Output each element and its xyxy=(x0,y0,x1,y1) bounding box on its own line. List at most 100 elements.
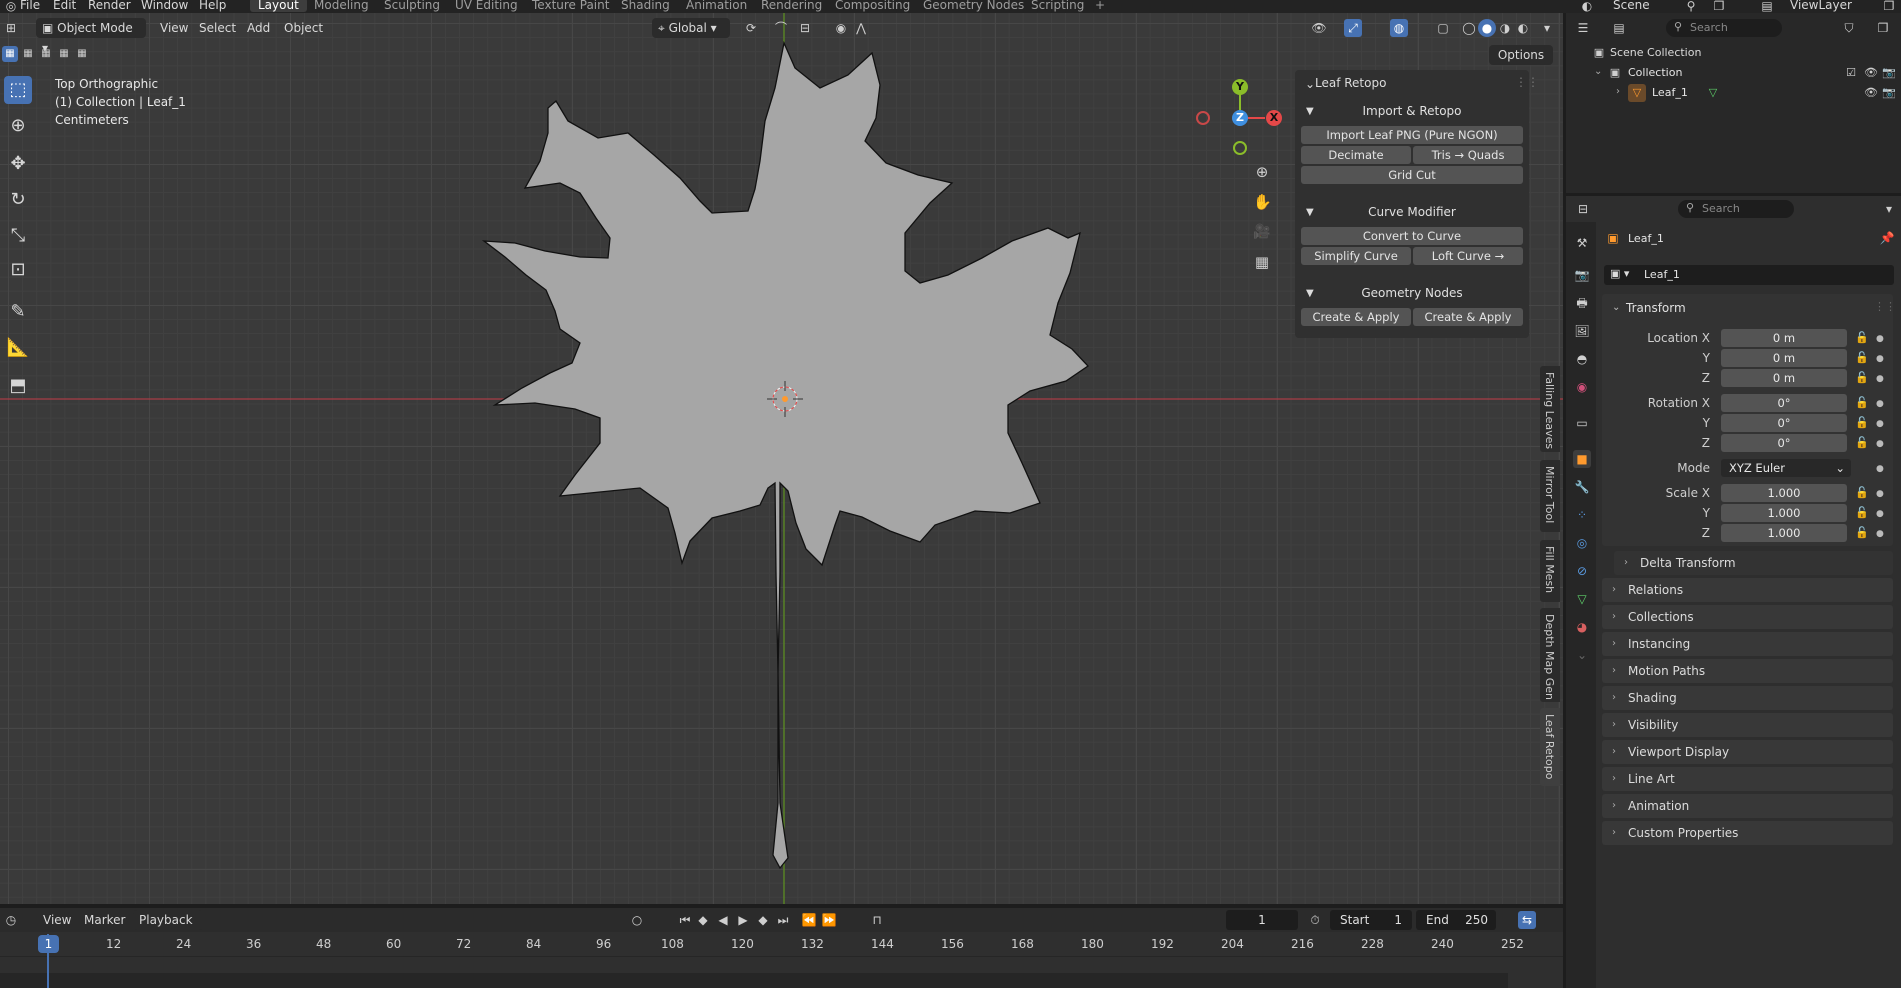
playhead-frame[interactable]: 1 xyxy=(38,935,59,953)
menu-window[interactable]: Window xyxy=(141,0,188,12)
sync-icon[interactable]: ⇆ xyxy=(1518,911,1536,929)
select-subtract-icon[interactable]: ▦ xyxy=(38,46,54,62)
collection-tab-icon[interactable]: ▭ xyxy=(1573,414,1591,432)
delta-transform-panel[interactable]: › Delta Transform xyxy=(1614,551,1893,575)
keyframe-dot-icon[interactable]: ● xyxy=(1876,399,1884,409)
camera-icon[interactable]: 📷 xyxy=(1880,64,1898,82)
keyframe-dot-icon[interactable]: ● xyxy=(1876,334,1884,344)
wireframe-shading-icon[interactable]: ◯ xyxy=(1460,19,1478,37)
shading-panel[interactable]: › Shading xyxy=(1602,686,1893,710)
tris-to-quads-button[interactable]: Tris → Quads xyxy=(1413,146,1523,164)
timeline-menu-view[interactable]: View xyxy=(43,910,71,930)
visibility-icon[interactable]: 👁 xyxy=(1310,19,1328,37)
gizmo-toggle-icon[interactable]: ⤢ xyxy=(1344,19,1362,37)
keying-icon[interactable]: ○ xyxy=(628,911,646,929)
scale-y-field[interactable]: 1.000 xyxy=(1721,504,1847,522)
tab-rendering[interactable]: Rendering xyxy=(761,0,822,12)
zoom-icon[interactable]: ⊕ xyxy=(1253,163,1271,181)
view-layer-tab-icon[interactable]: 🖼 xyxy=(1573,322,1591,340)
falloff-icon[interactable]: ⋀ xyxy=(852,19,870,37)
create-apply-su-button[interactable]: Create & Apply Su... xyxy=(1413,308,1523,326)
add-workspace-icon[interactable]: + xyxy=(1095,0,1105,12)
tab-falling-leaves[interactable]: Falling Leaves xyxy=(1540,366,1560,452)
panel-collapse-icon[interactable]: ⌄ xyxy=(1305,77,1315,91)
menu-select[interactable]: Select xyxy=(199,18,236,38)
solid-shading-icon[interactable]: ● xyxy=(1478,19,1496,37)
eye-icon[interactable]: 👁 xyxy=(1862,64,1880,82)
tab-fill-mesh[interactable]: Fill Mesh xyxy=(1540,540,1560,602)
tab-leaf-retopo[interactable]: Leaf Retopo xyxy=(1540,708,1560,786)
auto-key-icon[interactable]: ⊓ xyxy=(868,911,886,929)
xray-icon[interactable]: ▢ xyxy=(1434,19,1452,37)
lock-icon[interactable]: 🔓 xyxy=(1855,331,1869,344)
object-tab-icon[interactable]: ■ xyxy=(1573,450,1591,468)
scene-tab-icon[interactable]: ◓ xyxy=(1573,350,1591,368)
navigation-gizmo[interactable]: Y Z X xyxy=(1190,70,1290,170)
object-label[interactable]: Leaf_1 xyxy=(1652,86,1688,99)
keyframe-dot-icon[interactable]: ● xyxy=(1876,439,1884,449)
checkbox-icon[interactable]: ☑ xyxy=(1842,64,1860,82)
keyframe-dot-icon[interactable]: ● xyxy=(1876,489,1884,499)
scene-collection-label[interactable]: Scene Collection xyxy=(1610,46,1701,59)
tab-scripting[interactable]: Scripting xyxy=(1031,0,1084,12)
keyframe-dot-icon[interactable]: ● xyxy=(1876,419,1884,429)
timeline-scrollbar[interactable] xyxy=(0,973,1508,988)
editor-type-icon[interactable]: ☰ xyxy=(1574,19,1592,37)
animation-panel[interactable]: › Animation xyxy=(1602,794,1893,818)
rotation-mode-dropdown[interactable]: XYZ Euler ⌄ xyxy=(1721,459,1851,477)
select-invert-icon[interactable]: ▦ xyxy=(56,46,72,62)
grid-cut-button[interactable]: Grid Cut xyxy=(1301,166,1523,184)
location-y-field[interactable]: 0 m xyxy=(1721,349,1847,367)
pan-hand-icon[interactable]: ✋ xyxy=(1253,193,1272,211)
motion-paths-panel[interactable]: › Motion Paths xyxy=(1602,659,1893,683)
overlays-toggle-icon[interactable]: ◍ xyxy=(1390,19,1408,37)
keyframe-dot-icon[interactable]: ● xyxy=(1876,529,1884,539)
material-shading-icon[interactable]: ◑ xyxy=(1496,19,1514,37)
gizmo-z-axis[interactable]: Z xyxy=(1232,110,1248,126)
tab-geometry-nodes[interactable]: Geometry Nodes xyxy=(923,0,1024,12)
display-mode-icon[interactable]: ▤ xyxy=(1610,19,1628,37)
tab-animation[interactable]: Animation xyxy=(686,0,747,12)
jump-start-icon[interactable]: ⏮ xyxy=(676,911,694,929)
shading-options-icon[interactable]: ▾ xyxy=(1538,19,1556,37)
select-new-icon[interactable]: ▦ xyxy=(2,46,18,62)
next-keyframe-icon[interactable]: ◆ xyxy=(754,911,772,929)
proportional-edit-icon[interactable]: ◉ xyxy=(832,19,850,37)
tab-texture-paint[interactable]: Texture Paint xyxy=(532,0,609,12)
keyframe-dot-icon[interactable]: ● xyxy=(1876,374,1884,384)
tab-mirror-tool[interactable]: Mirror Tool xyxy=(1540,460,1560,532)
location-z-field[interactable]: 0 m xyxy=(1721,369,1847,387)
menu-file[interactable]: File xyxy=(20,0,40,12)
rotation-y-field[interactable]: 0° xyxy=(1721,414,1847,432)
snap-target-icon[interactable]: ⊟ xyxy=(796,19,814,37)
lock-icon[interactable]: 🔓 xyxy=(1855,351,1869,364)
annotate-tool-icon[interactable]: ✎ xyxy=(4,298,32,326)
transform-collapse-icon[interactable]: ⌄ xyxy=(1612,302,1620,313)
menu-add[interactable]: Add xyxy=(247,18,270,38)
lock-icon[interactable]: 🔓 xyxy=(1855,526,1869,539)
select-box-tool-icon[interactable]: ⬚ xyxy=(4,76,32,104)
next-marker-icon[interactable]: ⏩ xyxy=(820,911,838,929)
cursor-tool-icon[interactable]: ⊕ xyxy=(4,112,32,140)
playback-dropdown[interactable]: Playback ▾ xyxy=(133,910,203,947)
current-frame-field[interactable]: 1 xyxy=(1226,910,1298,930)
scale-tool-icon[interactable]: ⤡ xyxy=(4,222,32,250)
lock-icon[interactable]: 🔓 xyxy=(1855,506,1869,519)
add-cube-tool-icon[interactable]: ⬒ xyxy=(4,372,32,400)
collection-label[interactable]: Collection xyxy=(1628,66,1682,79)
tab-uv-editing[interactable]: UV Editing xyxy=(455,0,518,12)
menu-object[interactable]: Object xyxy=(284,18,323,38)
play-icon[interactable]: ▶ xyxy=(734,911,752,929)
expand-collection-icon[interactable]: ⌄ xyxy=(1594,66,1602,77)
prev-marker-icon[interactable]: ⏪ xyxy=(800,911,818,929)
eye-icon[interactable]: 👁 xyxy=(1862,84,1880,102)
scene-name[interactable]: Scene xyxy=(1613,0,1650,12)
pivot-icon[interactable]: ⟳ xyxy=(742,19,760,37)
snap-icon[interactable]: ⌒ xyxy=(772,19,790,37)
editor-type-icon[interactable]: ◷ xyxy=(2,911,20,929)
loft-curve-button[interactable]: Loft Curve → Qua... xyxy=(1413,247,1523,265)
tab-modeling[interactable]: Modeling xyxy=(314,0,369,12)
move-tool-icon[interactable]: ✥ xyxy=(4,150,32,178)
end-frame-field[interactable]: End 250 xyxy=(1416,910,1496,930)
collections-panel[interactable]: › Collections xyxy=(1602,605,1893,629)
